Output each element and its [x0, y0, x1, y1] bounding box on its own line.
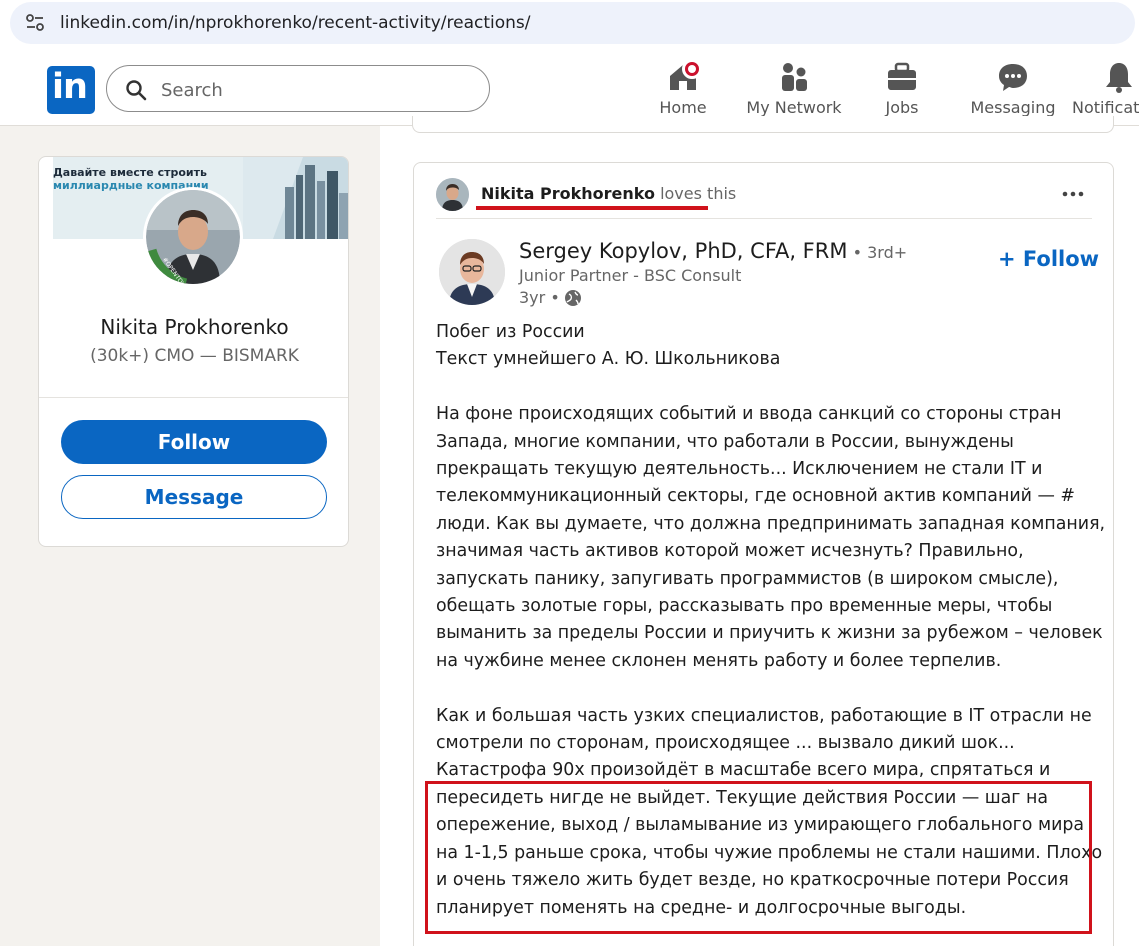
post-line: На фоне происходящих событий и ввода сан… [436, 404, 1062, 425]
profile-photo: #OPENTOWORK [146, 190, 240, 284]
previous-post-card [412, 116, 1114, 133]
nav-my-network[interactable]: My Network [742, 60, 846, 120]
post-line: телекоммуникационный секторы, где основн… [436, 486, 1075, 507]
follow-author-button[interactable]: + Follow [998, 247, 1099, 271]
annotation-underline [476, 206, 708, 210]
post-line: люди. Как вы думаете, что должна предпри… [436, 513, 1106, 534]
post-line: на чужбине менее склонен менять работу и… [436, 650, 1002, 671]
profile-avatar[interactable]: #OPENTOWORK [143, 187, 243, 287]
message-button[interactable]: Message [61, 475, 327, 519]
post-line: значимая часть активов которой может исч… [436, 541, 1024, 562]
actor-name[interactable]: Nikita Prokhorenko [481, 184, 655, 203]
more-options-icon[interactable] [1062, 191, 1084, 197]
post-line: смотрели по сторонам, происходящее ... в… [436, 733, 1015, 754]
nav-label-network: My Network [746, 98, 842, 117]
post-time: 3yr • [519, 288, 582, 307]
activity-text: Nikita Prokhorenko loves this [481, 184, 736, 203]
logo-text: in [52, 67, 88, 107]
site-settings-icon[interactable] [24, 12, 46, 34]
nav-label-home: Home [659, 98, 707, 117]
nav-label-notifications: Notificat [1072, 98, 1139, 117]
author-title: Junior Partner - BSC Consult [519, 266, 742, 285]
bell-icon [1106, 63, 1132, 93]
globe-icon [564, 290, 581, 306]
briefcase-icon [888, 62, 916, 90]
activity-header: Nikita Prokhorenko loves this [436, 177, 1096, 211]
skyline-image [243, 157, 348, 239]
annotation-highlight-box [425, 781, 1092, 934]
post-line: Побег из России [436, 322, 585, 342]
actor-verb: loves this [654, 184, 737, 203]
linkedin-header: in Home My Network Jobs [0, 52, 1139, 126]
nav-label-messaging: Messaging [970, 98, 1056, 117]
actor-photo [436, 178, 469, 211]
search-box[interactable] [106, 65, 490, 112]
post-line: выманить за пределы России и приучить к … [436, 623, 1103, 644]
post-line: прекращать текущую деятельность... Исклю… [436, 459, 1043, 480]
author-avatar[interactable] [439, 239, 505, 305]
url-text[interactable]: linkedin.com/in/nprokhorenko/recent-acti… [60, 13, 531, 33]
profile-headline: (30k+) CMO — BISMARK [90, 346, 299, 366]
profile-card: Давайте вместе строить миллиардные компа… [38, 156, 349, 547]
nav-jobs[interactable]: Jobs [878, 60, 926, 120]
notification-badge [682, 59, 702, 79]
people-icon [782, 63, 807, 91]
profile-name[interactable]: Nikita Prokhorenko [39, 315, 348, 339]
post-line: Текст умнейшего А. Ю. Школьникова [436, 349, 781, 370]
post-time-text: 3yr • [519, 288, 560, 307]
linkedin-logo[interactable]: in [47, 66, 95, 114]
post-line: обещать золотые горы, рассказывать про в… [436, 596, 1053, 617]
chat-icon [999, 64, 1027, 91]
connection-degree: • 3rd+ [847, 243, 908, 262]
search-input[interactable] [161, 78, 461, 102]
nav-label-jobs: Jobs [885, 98, 919, 117]
author-name[interactable]: Sergey Kopylov, PhD, CFA, FRM • 3rd+ [519, 239, 907, 263]
post-line: запускать панику, запугивать программист… [436, 568, 1059, 589]
nav-home[interactable]: Home [652, 59, 714, 120]
follow-button[interactable]: Follow [61, 420, 327, 464]
post-divider [436, 218, 1092, 219]
address-bar[interactable]: linkedin.com/in/nprokhorenko/recent-acti… [10, 2, 1135, 44]
nav-notifications[interactable]: Notificat [1072, 60, 1139, 120]
post-line: Запада, многие компании, что работали в … [436, 431, 1014, 452]
post-line: Как и большая часть узких специалистов, … [436, 705, 1092, 726]
browser-bar: linkedin.com/in/nprokhorenko/recent-acti… [0, 0, 1139, 52]
banner-text-line1: Давайте вместе строить [53, 166, 207, 179]
divider [39, 397, 348, 398]
search-icon [126, 80, 147, 101]
author-name-text[interactable]: Sergey Kopylov, PhD, CFA, FRM [519, 239, 847, 263]
actor-avatar[interactable] [436, 178, 469, 211]
nav-messaging[interactable]: Messaging [970, 60, 1056, 120]
author-photo [439, 239, 505, 305]
